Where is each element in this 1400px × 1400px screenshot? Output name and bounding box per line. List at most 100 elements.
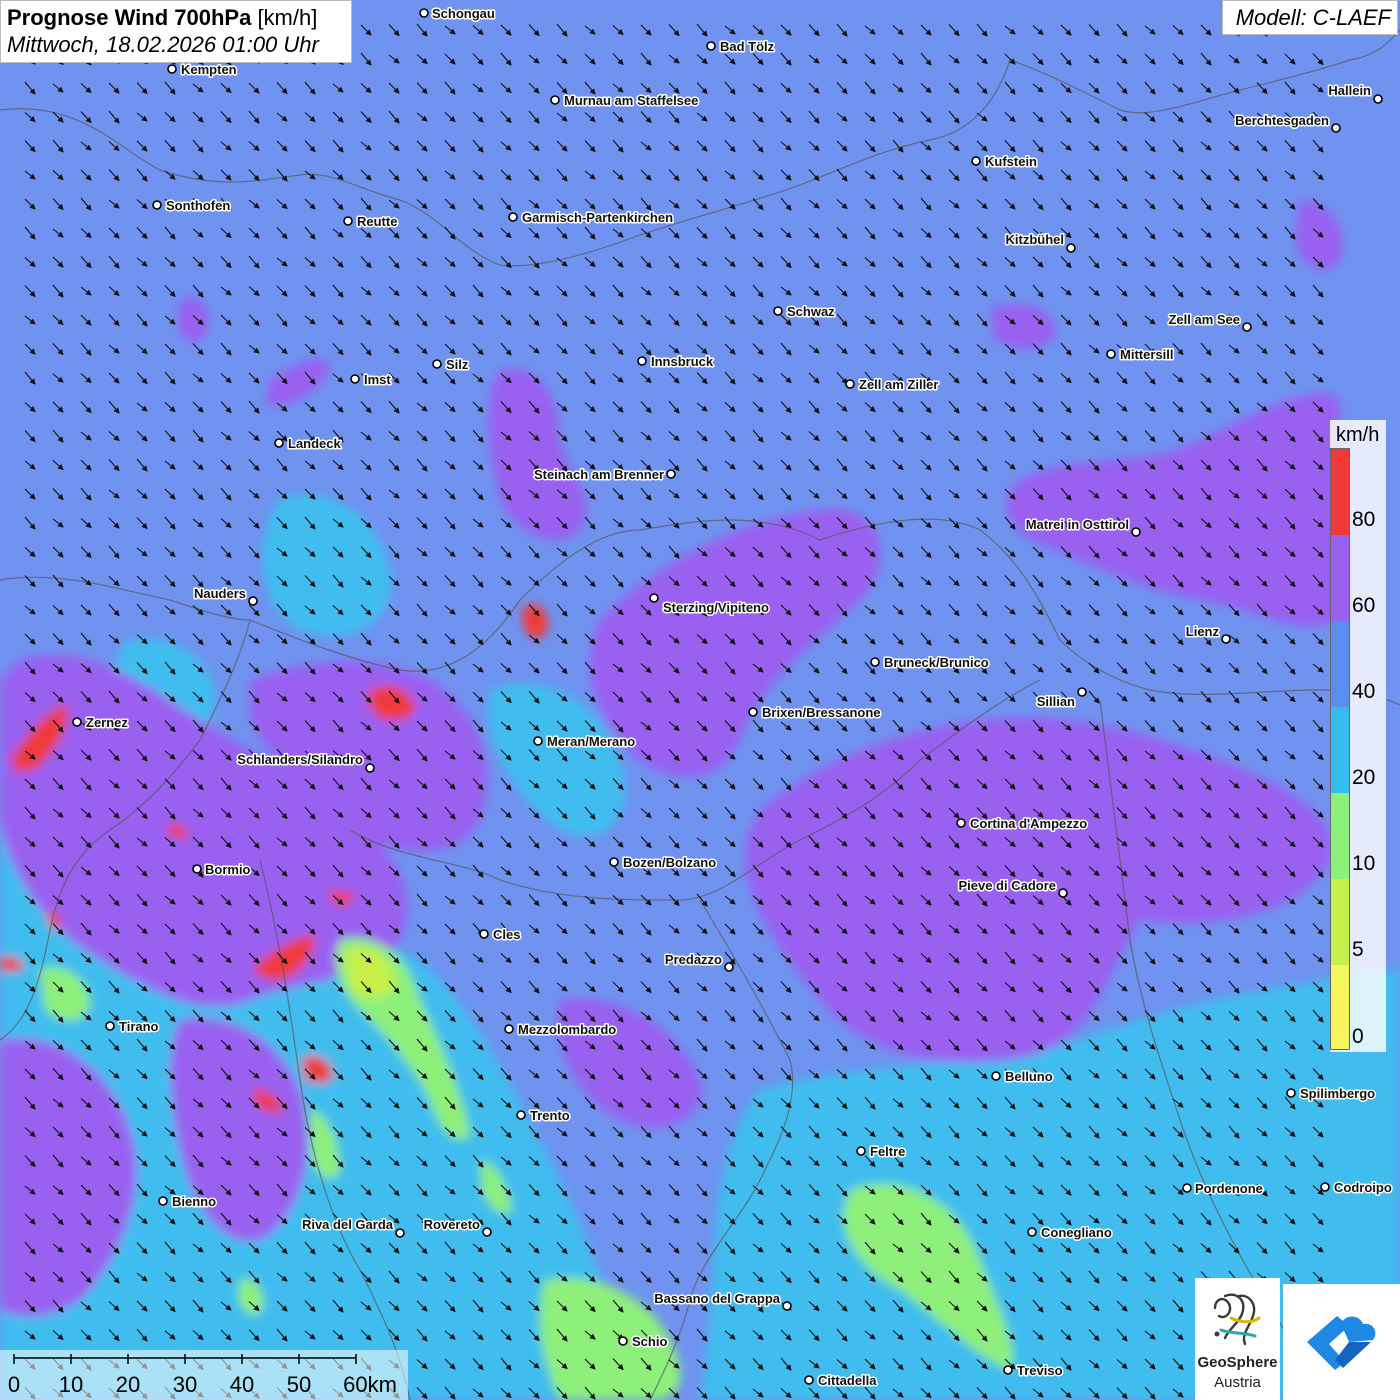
svg-text:Riva del Garda: Riva del Garda xyxy=(302,1217,394,1232)
svg-text:Treviso: Treviso xyxy=(1017,1363,1063,1378)
svg-text:Sonthofen: Sonthofen xyxy=(166,198,230,213)
svg-text:Cittadella: Cittadella xyxy=(818,1373,877,1388)
geosphere-swirl-icon xyxy=(1213,1293,1261,1346)
svg-text:Trento: Trento xyxy=(530,1108,570,1123)
svg-text:Cortina d'Ampezzo: Cortina d'Ampezzo xyxy=(970,816,1087,831)
scale-label-40: 40 xyxy=(229,1372,255,1397)
svg-text:Schwaz: Schwaz xyxy=(787,304,835,319)
svg-text:Bienno: Bienno xyxy=(172,1194,216,1209)
svg-text:Zell am Ziller: Zell am Ziller xyxy=(859,377,938,392)
legend-seg-60 xyxy=(1331,535,1349,621)
blue-chevron-cloud-icon xyxy=(1307,1316,1376,1370)
svg-text:Sterzing/Vipiteno: Sterzing/Vipiteno xyxy=(663,600,769,615)
svg-text:Innsbruck: Innsbruck xyxy=(651,354,714,369)
svg-text:Mittersill: Mittersill xyxy=(1120,347,1173,362)
svg-text:Steinach am Brenner: Steinach am Brenner xyxy=(534,467,664,482)
legend-label-60: 60 xyxy=(1352,594,1376,617)
legend-seg-40 xyxy=(1331,621,1349,707)
svg-text:Belluno: Belluno xyxy=(1005,1069,1053,1084)
svg-text:Landeck: Landeck xyxy=(288,436,342,451)
svg-text:Hallein: Hallein xyxy=(1328,83,1371,98)
svg-text:Kempten: Kempten xyxy=(181,62,237,77)
city-cortina[interactable]: Cortina d'Ampezzo xyxy=(956,815,1089,833)
svg-text:Conegliano: Conegliano xyxy=(1041,1225,1112,1240)
city-pordenone[interactable]: Pordenone xyxy=(1182,1180,1264,1198)
svg-text:Garmisch-Partenkirchen: Garmisch-Partenkirchen xyxy=(522,210,673,225)
city-spilimbergo[interactable]: Spilimbergo xyxy=(1286,1085,1377,1103)
legend-label-10: 10 xyxy=(1352,852,1376,875)
legend-seg-0 xyxy=(1331,965,1349,1049)
legend-label-0: 0 xyxy=(1352,1025,1364,1048)
color-legend: km/h 80 60 40 20 10 5 0 xyxy=(1330,420,1386,1052)
legend-seg-5 xyxy=(1331,879,1349,965)
city-schongau[interactable]: Schongau xyxy=(419,5,496,23)
forecast-datetime: Mittwoch, 18.02.2026 01:00 Uhr xyxy=(7,32,319,57)
legend-label-20: 20 xyxy=(1352,766,1376,789)
svg-text:Rovereto: Rovereto xyxy=(424,1217,480,1232)
legend-label-40: 40 xyxy=(1352,680,1376,703)
svg-text:Bad Tölz: Bad Tölz xyxy=(720,39,775,54)
geosphere-country: Austria xyxy=(1214,1374,1261,1391)
svg-text:Schio: Schio xyxy=(632,1334,667,1349)
scale-label-30: 30 xyxy=(172,1372,198,1397)
svg-text:Berchtesgaden: Berchtesgaden xyxy=(1235,113,1329,128)
legend-seg-80plus xyxy=(1331,449,1349,535)
city-conegliano[interactable]: Conegliano xyxy=(1027,1224,1113,1242)
title-line: Prognose Wind 700hPa [km/h] xyxy=(7,4,345,31)
svg-text:Murnau am Staffelsee: Murnau am Staffelsee xyxy=(564,93,698,108)
scale-label-0: 0 xyxy=(7,1372,21,1397)
svg-text:Matrei in Osttirol: Matrei in Osttirol xyxy=(1026,517,1129,532)
svg-text:Cles: Cles xyxy=(493,927,520,942)
scale-label-60km: 60km xyxy=(343,1372,397,1397)
city-steinach[interactable]: Steinach am Brenner xyxy=(532,466,676,484)
svg-text:Kitzbühel: Kitzbühel xyxy=(1006,232,1065,247)
svg-text:Bormio: Bormio xyxy=(205,862,251,877)
geosphere-name: GeoSphere xyxy=(1197,1354,1278,1371)
wind-map: Schongau Bad Tölz Kempten Murnau am Staf… xyxy=(0,0,1400,1400)
svg-text:Schlanders/Silandro: Schlanders/Silandro xyxy=(237,752,363,767)
model-label: Modell: C-LAEF xyxy=(1222,0,1398,35)
city-garmisch[interactable]: Garmisch-Partenkirchen xyxy=(508,209,675,227)
svg-text:Meran/Merano: Meran/Merano xyxy=(547,734,635,749)
svg-text:Imst: Imst xyxy=(364,372,391,387)
svg-text:Mezzolombardo: Mezzolombardo xyxy=(518,1022,616,1037)
city-meran[interactable]: Meran/Merano xyxy=(533,733,637,751)
legend-label-5: 5 xyxy=(1352,938,1364,961)
city-bruneck[interactable]: Bruneck/Brunico xyxy=(870,654,990,672)
legend-bar xyxy=(1330,448,1350,1050)
scale-label-50: 50 xyxy=(286,1372,312,1397)
legend-seg-10 xyxy=(1331,793,1349,879)
svg-text:Spilimbergo: Spilimbergo xyxy=(1300,1086,1375,1101)
svg-text:Tirano: Tirano xyxy=(119,1019,159,1034)
svg-text:Bassano del Grappa: Bassano del Grappa xyxy=(654,1291,780,1306)
svg-text:Zell am See: Zell am See xyxy=(1168,312,1240,327)
svg-text:Lienz: Lienz xyxy=(1186,624,1220,639)
svg-text:Schongau: Schongau xyxy=(432,6,495,21)
geosphere-logo[interactable]: GeoSphere Austria xyxy=(1195,1278,1280,1400)
city-mezzolombardo[interactable]: Mezzolombardo xyxy=(504,1021,618,1039)
city-brixen[interactable]: Brixen/Bressanone xyxy=(748,704,882,722)
svg-text:Pordenone: Pordenone xyxy=(1195,1181,1263,1196)
title-box: Prognose Wind 700hPa [km/h] Mittwoch, 18… xyxy=(0,0,352,63)
scale-label-20: 20 xyxy=(115,1372,141,1397)
scale-label-10: 10 xyxy=(58,1372,84,1397)
city-zell-am-ziller[interactable]: Zell am Ziller xyxy=(845,376,940,394)
svg-text:Silz: Silz xyxy=(446,357,469,372)
svg-text:Feltre: Feltre xyxy=(870,1144,905,1159)
legend-label-80: 80 xyxy=(1352,508,1376,531)
svg-text:Predazzo: Predazzo xyxy=(665,952,722,967)
city-murnau[interactable]: Murnau am Staffelsee xyxy=(550,92,700,110)
partner-logo[interactable] xyxy=(1283,1284,1400,1400)
svg-text:Sillian: Sillian xyxy=(1037,694,1075,709)
svg-text:Pieve di Cadore: Pieve di Cadore xyxy=(958,878,1056,893)
legend-unit: km/h xyxy=(1336,424,1380,446)
svg-text:Zernez: Zernez xyxy=(86,715,128,730)
svg-text:Bozen/Bolzano: Bozen/Bolzano xyxy=(623,855,716,870)
legend-seg-20 xyxy=(1331,707,1349,793)
svg-text:Reutte: Reutte xyxy=(357,214,397,229)
city-bozen[interactable]: Bozen/Bolzano xyxy=(609,854,718,872)
svg-text:Bruneck/Brunico: Bruneck/Brunico xyxy=(884,655,989,670)
svg-text:Kufstein: Kufstein xyxy=(985,154,1037,169)
scale-bar: 0 10 20 30 40 50 60km xyxy=(0,1350,408,1400)
map-title: Prognose Wind 700hPa xyxy=(7,5,252,30)
